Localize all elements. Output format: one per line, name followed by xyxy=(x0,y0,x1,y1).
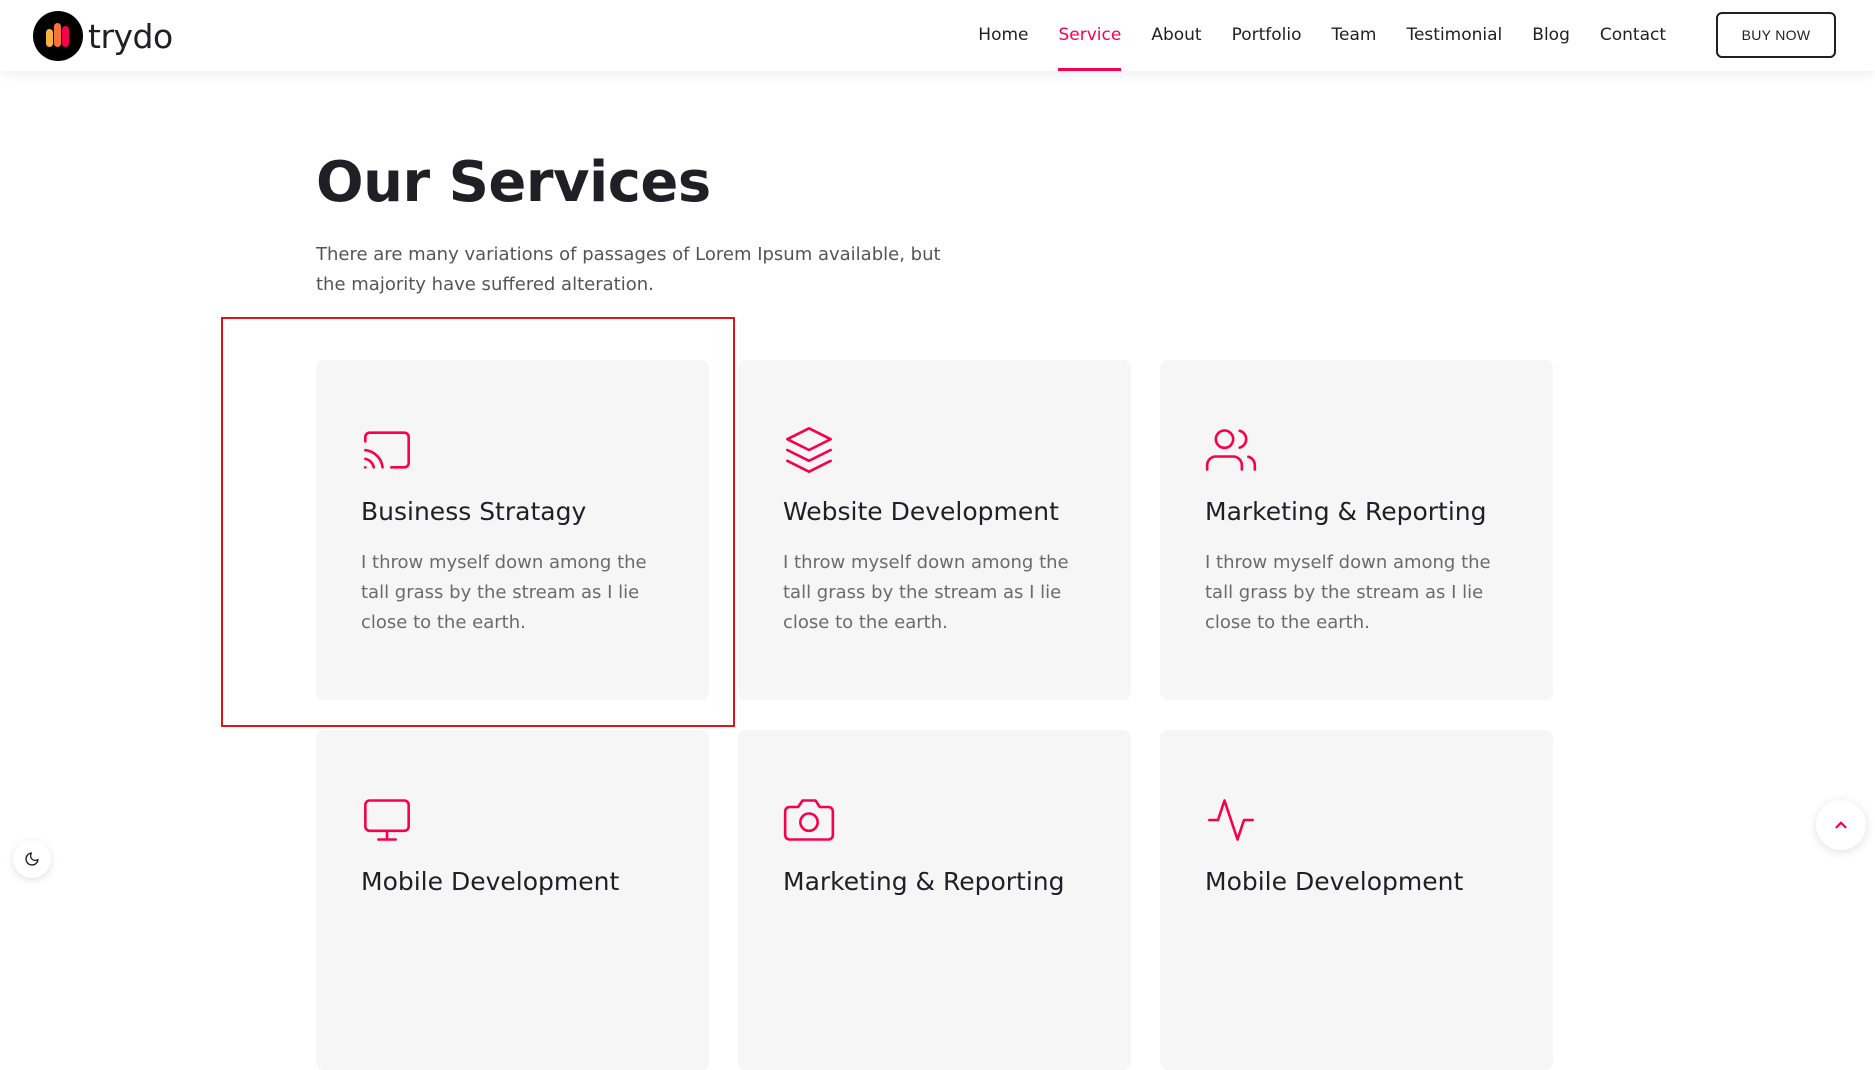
card-title: Mobile Development xyxy=(361,867,620,896)
card-title: Website Development xyxy=(783,497,1059,526)
nav-item-service[interactable]: Service xyxy=(1058,0,1121,71)
layers-icon xyxy=(783,424,835,476)
users-icon xyxy=(1205,424,1257,476)
site-header: trydo Home Service About Portfolio Team … xyxy=(0,0,1875,71)
moon-icon xyxy=(25,852,39,866)
section-subtitle: There are many variations of passages of… xyxy=(316,244,941,295)
card-marketing-reporting[interactable]: Marketing & Reporting I throw myself dow… xyxy=(1160,360,1553,700)
activity-icon xyxy=(1205,794,1257,846)
card-text: I throw myself down among the tall grass… xyxy=(361,552,647,633)
nav-item-portfolio[interactable]: Portfolio xyxy=(1232,0,1302,71)
camera-icon xyxy=(783,794,835,846)
card-marketing-reporting-2[interactable]: Marketing & Reporting xyxy=(738,730,1131,1070)
dark-mode-toggle[interactable] xyxy=(13,840,51,878)
main-nav: Home Service About Portfolio Team Testim… xyxy=(948,0,1666,71)
cast-icon xyxy=(361,424,413,476)
logo[interactable]: trydo xyxy=(33,11,173,61)
buy-now-button[interactable]: BUY NOW xyxy=(1716,12,1836,58)
card-title: Mobile Development xyxy=(1205,867,1464,896)
card-mobile-development-2[interactable]: Mobile Development xyxy=(1160,730,1553,1070)
nav-item-team[interactable]: Team xyxy=(1332,0,1377,71)
monitor-icon xyxy=(361,794,413,846)
card-title: Marketing & Reporting xyxy=(1205,497,1487,526)
card-title: Marketing & Reporting xyxy=(783,867,1065,896)
nav-item-blog[interactable]: Blog xyxy=(1532,0,1570,71)
nav-item-testimonial[interactable]: Testimonial xyxy=(1406,0,1502,71)
nav-item-contact[interactable]: Contact xyxy=(1600,0,1666,71)
logo-text: trydo xyxy=(88,16,173,56)
card-business-stratagy[interactable]: Business Stratagy I throw myself down am… xyxy=(316,360,709,700)
card-mobile-development[interactable]: Mobile Development xyxy=(316,730,709,1070)
scroll-to-top-button[interactable] xyxy=(1816,800,1866,850)
nav-item-home[interactable]: Home xyxy=(978,0,1028,71)
card-title: Business Stratagy xyxy=(361,497,587,526)
card-text: I throw myself down among the tall grass… xyxy=(1205,552,1491,633)
card-website-development[interactable]: Website Development I throw myself down … xyxy=(738,360,1131,700)
card-text: I throw myself down among the tall grass… xyxy=(783,552,1069,633)
nav-item-about[interactable]: About xyxy=(1151,0,1201,71)
logo-mark xyxy=(33,11,83,61)
chevron-up-icon xyxy=(1835,821,1847,829)
section-title: Our Services xyxy=(316,150,711,215)
